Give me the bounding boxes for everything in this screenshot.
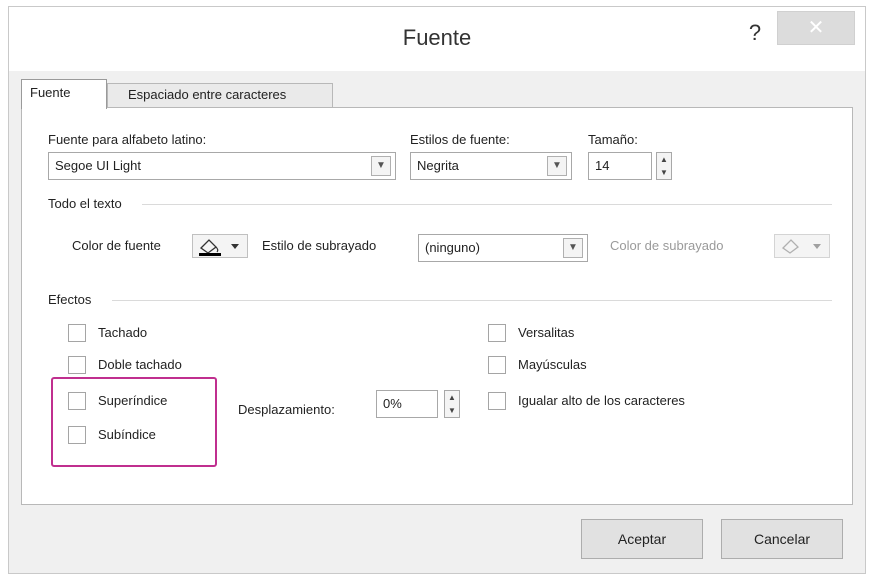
font-style-value: Negrita [417, 158, 459, 173]
strikethrough-checkbox[interactable] [68, 324, 86, 342]
strikethrough-label[interactable]: Tachado [98, 325, 147, 340]
double-strikethrough-checkbox[interactable] [68, 356, 86, 374]
offset-spinner[interactable]: ▲ ▼ [444, 390, 460, 418]
font-style-combo[interactable]: Negrita ▼ [410, 152, 572, 180]
underline-style-value: (ninguno) [425, 240, 480, 255]
latin-font-label: Fuente para alfabeto latino: [48, 132, 207, 147]
size-label: Tamaño: [588, 132, 638, 147]
chevron-down-icon[interactable]: ▼ [547, 156, 567, 176]
paint-bucket-icon [199, 239, 239, 256]
small-caps-label[interactable]: Versalitas [518, 325, 574, 340]
all-text-divider [142, 204, 832, 205]
spin-down-icon[interactable]: ▼ [445, 404, 459, 417]
font-dialog: Fuente ? ✕ Fuente Espaciado entre caract… [8, 6, 866, 574]
tab-espaciado[interactable]: Espaciado entre caracteres [107, 83, 333, 107]
size-spinner[interactable]: ▲ ▼ [656, 152, 672, 180]
title-bar: Fuente ? ✕ [9, 7, 865, 71]
size-input[interactable]: 14 [588, 152, 652, 180]
font-color-label: Color de fuente [72, 238, 161, 253]
latin-font-value: Segoe UI Light [55, 158, 142, 173]
effects-header: Efectos [48, 292, 92, 307]
close-button[interactable]: ✕ [777, 11, 855, 45]
spin-down-icon[interactable]: ▼ [657, 166, 671, 179]
offset-value: 0% [383, 396, 402, 411]
all-caps-checkbox[interactable] [488, 356, 506, 374]
latin-font-combo[interactable]: Segoe UI Light ▼ [48, 152, 396, 180]
small-caps-checkbox[interactable] [488, 324, 506, 342]
size-value: 14 [595, 158, 610, 173]
font-color-button[interactable] [192, 234, 248, 258]
offset-label: Desplazamiento: [238, 402, 335, 417]
chevron-down-icon[interactable]: ▼ [563, 238, 583, 258]
chevron-down-icon[interactable]: ▼ [371, 156, 391, 176]
equalize-height-label[interactable]: Igualar alto de los caracteres [518, 393, 685, 408]
spin-up-icon[interactable]: ▲ [657, 153, 671, 166]
font-style-label: Estilos de fuente: [410, 132, 510, 147]
effects-divider [112, 300, 832, 301]
underline-color-button[interactable] [774, 234, 830, 258]
tab-fuente[interactable]: Fuente [21, 79, 107, 109]
ok-button[interactable]: Aceptar [581, 519, 703, 559]
underline-style-combo[interactable]: (ninguno) ▼ [418, 234, 588, 262]
all-caps-label[interactable]: Mayúsculas [518, 357, 587, 372]
cancel-button[interactable]: Cancelar [721, 519, 843, 559]
equalize-height-checkbox[interactable] [488, 392, 506, 410]
spin-up-icon[interactable]: ▲ [445, 391, 459, 404]
double-strikethrough-label[interactable]: Doble tachado [98, 357, 182, 372]
dialog-title: Fuente [402, 25, 472, 50]
underline-style-label: Estilo de subrayado [262, 238, 377, 253]
help-button[interactable]: ? [739, 15, 771, 51]
superscript-subscript-highlight [51, 377, 217, 467]
underline-color-label: Color de subrayado [610, 238, 724, 253]
all-text-header: Todo el texto [48, 196, 122, 211]
paint-bucket-icon [781, 239, 821, 254]
offset-input[interactable]: 0% [376, 390, 438, 418]
